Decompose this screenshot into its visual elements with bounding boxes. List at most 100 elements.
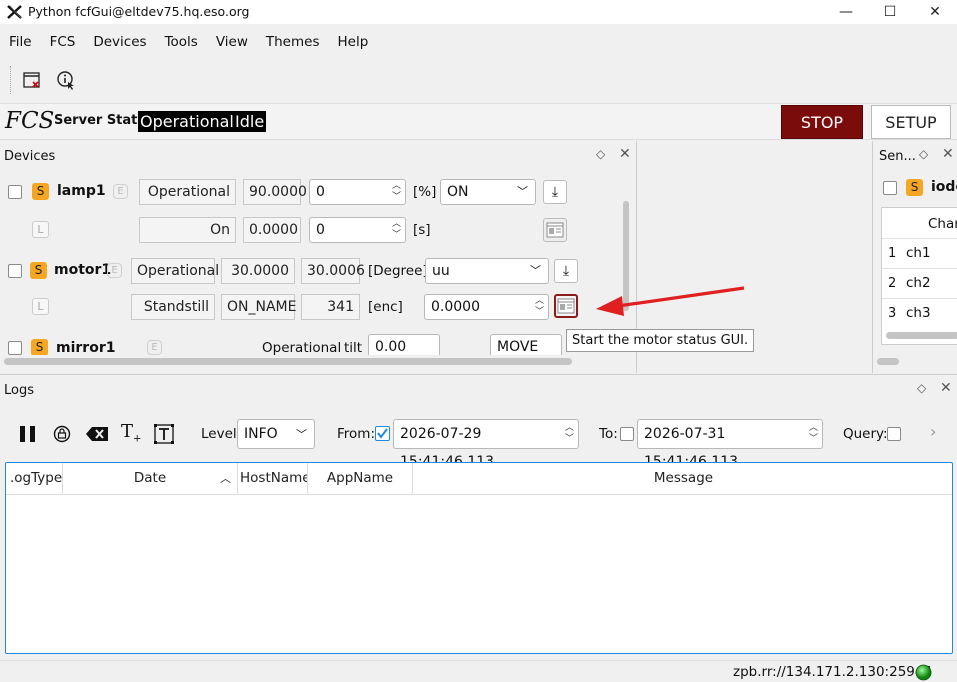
chevron-right-icon[interactable]: › [930, 422, 936, 441]
motor1-status-gui-button[interactable] [554, 294, 578, 318]
row-channel-name: ch3 [906, 305, 931, 321]
menu-fcs[interactable]: FCS [41, 31, 85, 53]
lamp1-time-input-value: 0 [316, 222, 325, 238]
clear-icon[interactable] [85, 425, 109, 443]
close-panel-icon[interactable]: ✕ [619, 146, 631, 162]
from-checkbox[interactable] [375, 426, 390, 441]
spin-arrows-icon[interactable]: ︿ ﹀ [392, 219, 401, 241]
pause-icon[interactable] [19, 425, 37, 443]
mirror1-state: Operational [262, 340, 342, 355]
sensor-table-scrollbar[interactable] [886, 332, 957, 339]
column-header-date[interactable]: Date ︿ [63, 463, 238, 494]
spin-arrows-icon[interactable]: ︿ ﹀ [565, 423, 574, 445]
column-header-hostname[interactable]: HostName [238, 463, 308, 494]
close-window-icon[interactable] [23, 71, 41, 89]
table-row[interactable]: 1 ch1 [882, 238, 957, 268]
mirror1-tilt-input[interactable]: 0.00 [368, 334, 440, 355]
lamp1-action-select[interactable]: ON ﹀ [440, 179, 536, 205]
motor1-position-input[interactable]: 0.0000 ︿ ﹀ [424, 294, 549, 320]
row-channel-name: ch1 [906, 245, 931, 261]
motor1-position-input-value: 0.0000 [431, 299, 480, 315]
close-panel-icon[interactable]: ✕ [942, 146, 954, 162]
text-frame-icon[interactable] [154, 424, 174, 444]
float-panel-icon[interactable]: ◇ [919, 147, 928, 161]
motor1-lock-badge: L [32, 298, 49, 315]
close-panel-icon[interactable]: ✕ [940, 380, 952, 396]
sensor-device-checkbox[interactable] [883, 181, 897, 195]
devices-horizontal-scrollbar[interactable] [4, 358, 572, 365]
lamp1-time-input[interactable]: 0 ︿ ﹀ [309, 217, 406, 243]
table-row[interactable]: 3 ch3 [882, 298, 957, 328]
float-panel-icon[interactable]: ◇ [596, 147, 605, 161]
menu-themes[interactable]: Themes [257, 31, 329, 53]
column-header-message[interactable]: Message [413, 463, 952, 494]
motor1-named-position-field: ON_NAME [221, 294, 296, 320]
to-checkbox[interactable] [620, 427, 634, 441]
close-button[interactable]: ✕ [912, 2, 957, 22]
status-bar: zpb.rr://134.171.2.130:25944 [0, 660, 957, 682]
status-gui-icon [546, 222, 564, 238]
motor1-unit: [Degree] [368, 263, 428, 279]
lamp1-status-gui-button[interactable] [543, 218, 567, 242]
server-address: zpb.rr://134.171.2.130:25944 [733, 664, 933, 680]
lamp1-time-field: 0.0000 [243, 217, 301, 243]
stop-button[interactable]: STOP [781, 105, 863, 139]
lamp1-apply-button[interactable]: ⤓ [543, 180, 567, 204]
column-header-appname[interactable]: AppName [308, 463, 413, 494]
menu-devices[interactable]: Devices [84, 31, 155, 53]
column-header-logtype[interactable]: .ogType [6, 463, 63, 494]
mirror1-error-badge: E [147, 340, 162, 355]
from-date-field[interactable]: 2026-07-29 15:41:46.113 ︿﹀ [393, 419, 579, 470]
spin-arrows-icon[interactable]: ︿ ﹀ [809, 423, 818, 445]
float-panel-icon[interactable]: ◇ [917, 381, 926, 395]
mirror1-action-value: MOVE [497, 339, 539, 355]
level-select[interactable]: INFO ﹀ [237, 419, 315, 449]
lamp1-checkbox[interactable] [8, 185, 22, 199]
menu-view[interactable]: View [207, 31, 257, 53]
annotation-arrow [596, 286, 745, 316]
motor1-action-select[interactable]: uu ﹀ [425, 258, 549, 284]
menu-help[interactable]: Help [328, 31, 377, 53]
mirror1-action-select[interactable]: MOVE [490, 334, 562, 355]
maximize-button[interactable]: ☐ [867, 2, 913, 22]
motor1-substate-field: Standstill [131, 294, 215, 320]
sensor-horizontal-scrollbar[interactable] [877, 358, 899, 365]
lamp1-simulation-badge: S [32, 183, 49, 200]
table-row[interactable]: 2 ch2 [882, 268, 957, 298]
to-date-field[interactable]: 2026-07-31 15:41:46.113 ︿﹀ [637, 419, 823, 470]
text-size-increase-icon[interactable]: T+ [121, 421, 141, 445]
lamp1-name: lamp1 [57, 183, 106, 199]
menu-tools[interactable]: Tools [156, 31, 207, 53]
chevron-down-icon: ﹀ [296, 428, 307, 441]
motor1-target-field: 30.0006 [301, 258, 365, 284]
from-label: From: [337, 426, 375, 442]
motor1-apply-button[interactable]: ⤓ [554, 259, 578, 283]
fcs-logo: FCS [5, 108, 55, 134]
minimize-button[interactable]: — [823, 2, 869, 22]
setup-button[interactable]: SETUP [871, 105, 951, 139]
mirror1-tilt-label: tilt [344, 340, 363, 355]
lock-scroll-icon[interactable] [53, 425, 71, 443]
status-gui-icon [557, 298, 575, 314]
motor1-checkbox[interactable] [8, 264, 22, 278]
chevron-down-icon: ﹀ [517, 185, 528, 198]
toolbar [0, 60, 957, 102]
menu-file[interactable]: File [0, 31, 41, 53]
sensor-table-header: Chan [928, 216, 957, 232]
devices-panel-title: Devices [4, 149, 56, 164]
fcs-status-bar: FCS Server State: Operational Idle STOP … [0, 103, 957, 140]
spin-arrows-icon[interactable]: ︿ ﹀ [535, 296, 544, 318]
row-index: 3 [888, 306, 897, 321]
spin-arrows-icon[interactable]: ︿ ﹀ [392, 181, 401, 203]
lamp1-intensity-input[interactable]: 0 ︿ ﹀ [309, 179, 406, 205]
level-label: Level: [201, 426, 242, 442]
info-cursor-icon[interactable] [57, 71, 76, 90]
mirror1-checkbox[interactable] [8, 341, 22, 355]
row-index: 1 [888, 246, 897, 261]
connection-status-icon [915, 664, 932, 681]
checkmark-icon [377, 428, 388, 439]
motor1-state-field: Operational [131, 258, 219, 284]
menu-bar: File FCS Devices Tools View Themes Help [0, 31, 957, 55]
query-checkbox[interactable] [887, 427, 901, 441]
server-substate-value: Idle [233, 111, 267, 132]
